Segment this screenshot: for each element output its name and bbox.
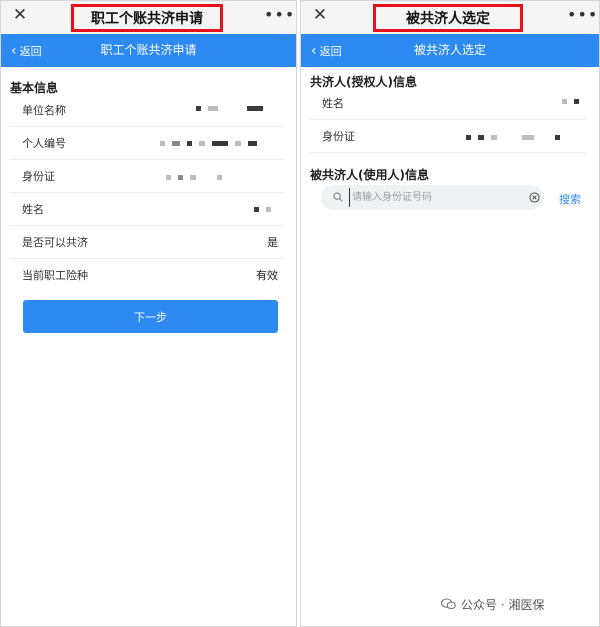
window-title-highlighted: 职工个账共济申请 (71, 4, 223, 32)
row-authorizer-id: 身份证 (310, 120, 587, 153)
row-label: 姓名 (22, 203, 44, 216)
right-screen: ✕ 被共济人选定 ••• ‹ 返回 被共济人选定 共济人(授权人)信息 姓名 身… (300, 0, 600, 627)
search-button[interactable]: 搜索 (559, 191, 581, 207)
chevron-left-icon: ‹ (11, 42, 17, 59)
wechat-top-bar: ✕ 被共济人选定 ••• (301, 1, 599, 34)
row-value: 有效 (256, 269, 278, 282)
row-value: 是 (267, 236, 278, 249)
section-title-user: 被共济人(使用人)信息 (310, 168, 429, 182)
more-icon[interactable]: ••• (567, 5, 597, 25)
row-label: 身份证 (22, 170, 55, 183)
back-label: 返回 (19, 44, 42, 58)
watermark: 公众号 · 湘医保 (441, 594, 544, 614)
row-name: 姓名 (10, 193, 284, 226)
next-step-button[interactable]: 下一步 (23, 300, 278, 333)
chevron-left-icon: ‹ (311, 42, 317, 59)
wechat-icon (441, 598, 456, 610)
id-number-search-input[interactable] (349, 188, 499, 207)
close-icon[interactable]: ✕ (310, 5, 330, 25)
masked-value (254, 207, 271, 212)
wechat-top-bar: ✕ 职工个账共济申请 ••• (1, 1, 296, 34)
row-label: 是否可以共济 (22, 236, 88, 249)
masked-value (562, 99, 579, 104)
row-authorizer-name: 姓名 (310, 87, 587, 120)
page-title: 职工个账共济申请 (100, 43, 197, 57)
row-label: 个人编号 (22, 137, 66, 150)
masked-value (196, 106, 263, 111)
row-id-card: 身份证 (10, 160, 284, 193)
row-unit-name: 单位名称 (10, 94, 284, 127)
masked-value (466, 135, 560, 140)
nav-bar: ‹ 返回 职工个账共济申请 (1, 34, 296, 67)
masked-value (160, 141, 257, 146)
row-label: 姓名 (322, 97, 344, 110)
back-button[interactable]: ‹ 返回 (11, 34, 42, 67)
watermark-text: 公众号 · 湘医保 (461, 597, 545, 612)
nav-bar: ‹ 返回 被共济人选定 (301, 34, 599, 67)
page-title: 被共济人选定 (413, 43, 486, 57)
row-label: 身份证 (322, 130, 355, 143)
back-button[interactable]: ‹ 返回 (311, 34, 342, 67)
masked-value (166, 175, 222, 180)
window-title: 被共济人选定 (406, 11, 490, 27)
window-title-highlighted: 被共济人选定 (373, 4, 523, 32)
row-personal-number: 个人编号 (10, 127, 284, 160)
back-label: 返回 (319, 44, 342, 58)
search-icon (333, 192, 343, 202)
row-insurance-type: 当前职工险种 有效 (10, 259, 284, 292)
close-icon[interactable]: ✕ (10, 5, 30, 25)
more-icon[interactable]: ••• (264, 5, 294, 25)
left-screen: ✕ 职工个账共济申请 ••• ‹ 返回 职工个账共济申请 基本信息 单位名称 个… (0, 0, 297, 627)
row-label: 单位名称 (22, 104, 66, 117)
clear-icon[interactable] (529, 192, 540, 203)
row-can-share: 是否可以共济 是 (10, 226, 284, 259)
window-title: 职工个账共济申请 (91, 11, 203, 27)
row-label: 当前职工险种 (22, 269, 88, 282)
search-box (321, 185, 543, 210)
